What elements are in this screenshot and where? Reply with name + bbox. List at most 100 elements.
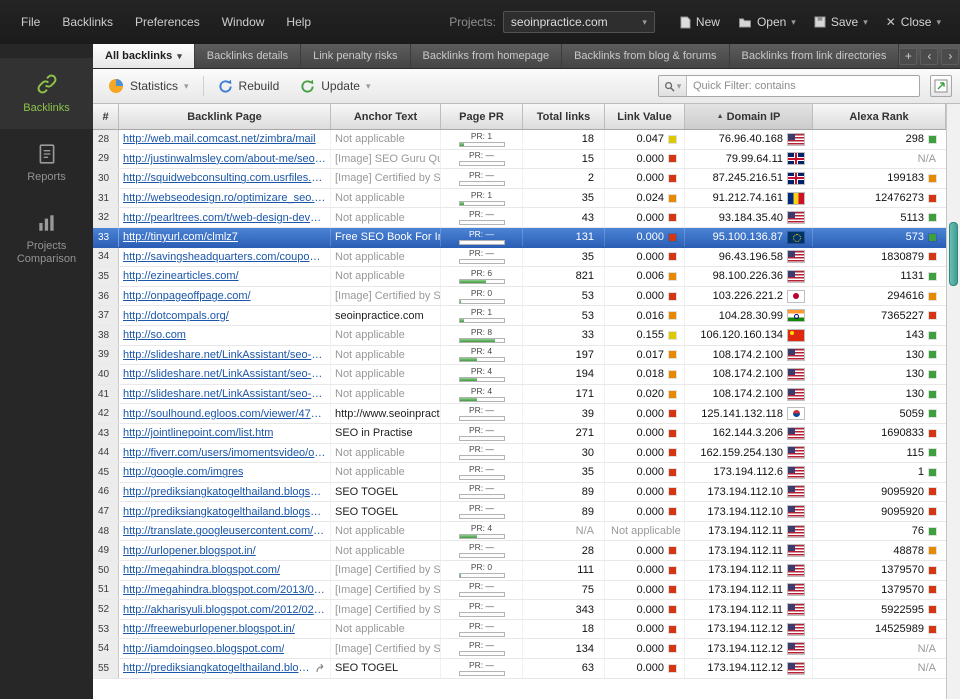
table-row[interactable]: 37http://dotcompals.org/seoinpractice.co… [93, 306, 946, 326]
alexa-rank-indicator [929, 332, 936, 339]
tab-backlinks-from-blog-forums[interactable]: Backlinks from blog & forums [562, 44, 729, 68]
alexa-rank-text: 7365227 [881, 310, 924, 322]
backlink-url-link[interactable]: http://megahindra.blogspot.com/2013/02/c… [123, 584, 326, 596]
menu-file[interactable]: File [10, 9, 51, 35]
scroll-tabs-left-button[interactable]: ‹ [920, 48, 938, 65]
quick-filter-mode-button[interactable]: ▾ [659, 76, 687, 96]
tab-backlinks-from-link-directories[interactable]: Backlinks from link directories [730, 44, 900, 68]
close-project-button[interactable]: ✕ Close ▾ [877, 10, 950, 34]
quick-filter-input[interactable] [687, 80, 919, 92]
column-header-link-value[interactable]: Link Value [605, 104, 685, 129]
table-row[interactable]: 53http://freeweburlopener.blogspot.in/No… [93, 620, 946, 640]
table-row[interactable]: 54http://iamdoingseo.blogspot.com/[Image… [93, 639, 946, 659]
table-row[interactable]: 28http://web.mail.comcast.net/zimbra/mai… [93, 130, 946, 150]
project-selector[interactable]: seoinpractice.com ▾ [503, 11, 655, 33]
backlink-url-link[interactable]: http://savingsheadquarters.com/coupon/Li… [123, 251, 326, 263]
table-row[interactable]: 36http://onpageoffpage.com/[Image] Certi… [93, 287, 946, 307]
column-header-alexa-rank[interactable]: Alexa Rank [813, 104, 946, 129]
backlink-url-link[interactable]: http://soulhound.egloos.com/viewer/47122… [123, 408, 326, 420]
table-row[interactable]: 44http://fiverr.com/users/imomentsvideo/… [93, 444, 946, 464]
table-row[interactable]: 34 http://savingsheadquarters.com/coupon/… [93, 248, 946, 268]
menu-window[interactable]: Window [211, 9, 276, 35]
backlink-url-link[interactable]: http://justinwalmsley.com/about-me/seo-g… [123, 153, 326, 165]
backlink-url-link[interactable]: http://jointlinepoint.com/list.htm [123, 427, 273, 439]
backlink-url-link[interactable]: http://slideshare.net/LinkAssistant/seo-… [123, 349, 326, 361]
tab-all-backlinks[interactable]: All backlinks ▾ [93, 44, 195, 68]
table-row[interactable]: 33http://tinyurl.com/clmlz7Free SEO Book… [93, 228, 946, 248]
backlink-url-link[interactable]: http://prediksiangkatogelthailand.blogsp… [123, 506, 326, 518]
backlink-url-link[interactable]: http://dotcompals.org/ [123, 310, 229, 322]
table-row[interactable]: 40http://slideshare.net/LinkAssistant/se… [93, 365, 946, 385]
tab-backlinks-details[interactable]: Backlinks details [195, 44, 301, 68]
column-header-anchor-text[interactable]: Anchor Text [331, 104, 441, 129]
backlink-url-link[interactable]: http://prediksiangkatogelthailand.blogsp… [123, 662, 313, 674]
menu-backlinks[interactable]: Backlinks [51, 9, 124, 35]
table-row[interactable]: 39http://slideshare.net/LinkAssistant/se… [93, 346, 946, 366]
menu-help[interactable]: Help [275, 9, 322, 35]
column-header-total-links[interactable]: Total links [523, 104, 605, 129]
backlink-url-link[interactable]: http://squidwebconsulting.com.usrfiles.c… [123, 172, 326, 184]
rebuild-button[interactable]: Rebuild [211, 75, 287, 98]
add-tab-button[interactable]: + [899, 48, 917, 65]
column-header-number[interactable]: # [93, 104, 119, 129]
column-header-domain-ip[interactable]: ▲ Domain IP [685, 104, 813, 129]
table-row[interactable]: 30http://squidwebconsulting.com.usrfiles… [93, 169, 946, 189]
scroll-tabs-right-button[interactable]: › [941, 48, 959, 65]
backlink-url-link[interactable]: http://tinyurl.com/clmlz7 [123, 231, 238, 243]
backlink-url-link[interactable]: http://so.com [123, 329, 186, 341]
table-row[interactable]: 35http://ezinearticles.com/Not applicabl… [93, 267, 946, 287]
sidebar-item-projects-comparison[interactable]: Projects Comparison [0, 198, 93, 280]
backlink-url-link[interactable]: http://urlopener.blogspot.in/ [123, 545, 256, 557]
sidebar-item-backlinks[interactable]: Backlinks [0, 58, 93, 129]
backlink-url-link[interactable]: http://onpageoffpage.com/ [123, 290, 251, 302]
vertical-scrollbar[interactable] [946, 104, 960, 699]
update-label: Update [321, 79, 360, 93]
table-row[interactable]: 51http://megahindra.blogspot.com/2013/02… [93, 581, 946, 601]
table-row[interactable]: 43http://jointlinepoint.com/list.htmSEO … [93, 424, 946, 444]
backlink-url-link[interactable]: http://fiverr.com/users/imomentsvideo/or… [123, 447, 326, 459]
backlink-url-link[interactable]: http://ezinearticles.com/ [123, 270, 239, 282]
country-flag-icon-in [788, 310, 804, 321]
backlink-url-link[interactable]: http://google.com/imgres [123, 466, 243, 478]
table-row[interactable]: 52http://akharisyuli.blogspot.com/2012/0… [93, 600, 946, 620]
column-header-backlink-page[interactable]: Backlink Page [119, 104, 331, 129]
table-row[interactable]: 47http://prediksiangkatogelthailand.blog… [93, 502, 946, 522]
table-row[interactable]: 31http://webseodesign.ro/optimizare_seo.… [93, 189, 946, 209]
open-project-button[interactable]: Open ▾ [729, 10, 805, 34]
backlink-url-link[interactable]: http://iamdoingseo.blogspot.com/ [123, 643, 284, 655]
advanced-search-button[interactable] [930, 75, 952, 97]
scrollbar-thumb[interactable] [949, 222, 958, 286]
table-row[interactable]: 29http://justinwalmsley.com/about-me/seo… [93, 150, 946, 170]
tab-backlinks-from-homepage[interactable]: Backlinks from homepage [411, 44, 563, 68]
backlink-url-link[interactable]: http://prediksiangkatogelthailand.blogsp… [123, 486, 326, 498]
table-row[interactable]: 41http://slideshare.net/LinkAssistant/se… [93, 385, 946, 405]
menu-preferences[interactable]: Preferences [124, 9, 211, 35]
backlink-url-link[interactable]: http://slideshare.net/LinkAssistant/seo-… [123, 388, 326, 400]
row-number-cell: 34 [93, 248, 119, 267]
backlink-url-link[interactable]: http://freeweburlopener.blogspot.in/ [123, 623, 295, 635]
backlink-url-link[interactable]: http://akharisyuli.blogspot.com/2012/02/… [123, 604, 326, 616]
save-project-button[interactable]: Save ▾ [805, 10, 877, 34]
table-row[interactable]: 50http://megahindra.blogspot.com/[Image]… [93, 561, 946, 581]
table-row[interactable]: 42http://soulhound.egloos.com/viewer/471… [93, 404, 946, 424]
sidebar-item-reports[interactable]: Reports [0, 129, 93, 198]
statistics-button[interactable]: Statistics ▾ [101, 74, 196, 98]
backlink-url-link[interactable]: http://slideshare.net/LinkAssistant/seo-… [123, 368, 326, 380]
backlink-url-link[interactable]: http://web.mail.comcast.net/zimbra/mail [123, 133, 316, 145]
tab-link-penalty-risks[interactable]: Link penalty risks [301, 44, 410, 68]
backlink-url-link[interactable]: http://webseodesign.ro/optimizare_seo.ht… [123, 192, 326, 204]
update-button[interactable]: Update ▾ [293, 75, 377, 98]
backlink-url-link[interactable]: http://pearltrees.com/t/web-design-devel… [123, 212, 326, 224]
table-row[interactable]: 32http://pearltrees.com/t/web-design-dev… [93, 208, 946, 228]
table-row[interactable]: 48http://translate.googleusercontent.com… [93, 522, 946, 542]
table-row[interactable]: 49http://urlopener.blogspot.in/Not appli… [93, 541, 946, 561]
table-row[interactable]: 46http://prediksiangkatogelthailand.blog… [93, 483, 946, 503]
table-row[interactable]: 45http://google.com/imgresNot applicable… [93, 463, 946, 483]
column-header-page-pr[interactable]: Page PR [441, 104, 523, 129]
new-project-button[interactable]: New [671, 10, 729, 34]
table-row[interactable]: 38http://so.comNot applicablePR: 8330.15… [93, 326, 946, 346]
backlink-url-link[interactable]: http://megahindra.blogspot.com/ [123, 564, 280, 576]
table-row[interactable]: 55http://prediksiangkatogelthailand.blog… [93, 659, 946, 679]
alexa-rank-text: N/A [918, 153, 936, 165]
backlink-url-link[interactable]: http://translate.googleusercontent.com/t… [123, 525, 326, 537]
